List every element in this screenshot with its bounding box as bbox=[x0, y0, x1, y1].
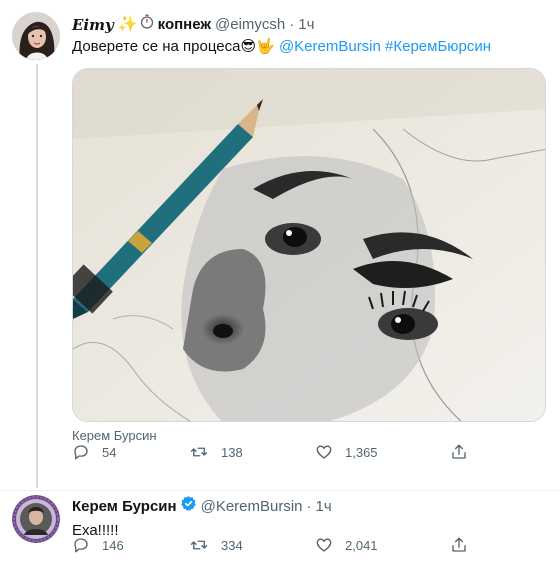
display-name-suffix[interactable]: копнеж bbox=[158, 15, 211, 35]
display-name[interactable]: Eimy bbox=[72, 15, 114, 35]
tweet[interactable]: Eimy ✨ копнеж @eimycsh · 1ч Доверете се … bbox=[0, 0, 560, 490]
separator-dot: · bbox=[306, 497, 312, 515]
reply-button[interactable]: 146 bbox=[72, 535, 124, 555]
reply-icon bbox=[74, 538, 88, 553]
tweet[interactable]: Керем Бурсин @KeremBursin · 1ч Еха!!!!! … bbox=[0, 490, 560, 576]
tweet-header: Eimy ✨ копнеж @eimycsh · 1ч bbox=[72, 14, 314, 35]
reply-button[interactable]: 54 bbox=[72, 442, 116, 462]
like-icon bbox=[316, 538, 332, 552]
media-caption[interactable]: Керем Бурсин bbox=[72, 428, 157, 443]
retweet-button[interactable]: 138 bbox=[189, 442, 243, 462]
handle[interactable]: @KeremBursin bbox=[201, 497, 303, 517]
retweet-button[interactable]: 334 bbox=[189, 535, 243, 555]
like-button[interactable]: 1,365 bbox=[315, 442, 378, 462]
share-button[interactable] bbox=[450, 442, 468, 462]
retweet-icon bbox=[190, 447, 208, 457]
share-icon bbox=[452, 444, 466, 459]
like-count: 2,041 bbox=[345, 537, 378, 553]
timestamp[interactable]: 1ч bbox=[298, 15, 314, 35]
verified-badge-icon bbox=[180, 495, 197, 518]
tweet-text: Доверете се на процеса😎🤟 @KeremBursin #К… bbox=[72, 37, 491, 57]
share-button[interactable] bbox=[450, 535, 468, 555]
avatar[interactable] bbox=[12, 12, 60, 60]
sparkles-icon: ✨ bbox=[117, 15, 138, 33]
timestamp[interactable]: 1ч bbox=[316, 497, 332, 517]
retweet-count: 334 bbox=[221, 537, 243, 553]
handle[interactable]: @eimycsh bbox=[215, 15, 285, 35]
reply-count: 54 bbox=[102, 444, 117, 460]
retweet-count: 138 bbox=[221, 444, 243, 460]
like-button[interactable]: 2,041 bbox=[315, 535, 378, 555]
reply-icon bbox=[74, 445, 88, 460]
tweet-image[interactable] bbox=[72, 68, 546, 422]
retweet-icon bbox=[190, 540, 208, 550]
hashtag-link[interactable]: #КеремБюрсин bbox=[385, 38, 491, 55]
stopwatch-icon bbox=[140, 14, 154, 35]
reply-count: 146 bbox=[102, 537, 124, 553]
tweet-header: Керем Бурсин @KeremBursin · 1ч bbox=[72, 495, 332, 518]
emoji: 😎🤟 bbox=[240, 38, 275, 55]
mention-link[interactable]: @KeremBursin bbox=[279, 38, 381, 55]
share-icon bbox=[452, 537, 466, 552]
display-name[interactable]: Керем Бурсин bbox=[72, 497, 177, 517]
avatar[interactable] bbox=[12, 495, 60, 543]
tweet-text-main: Доверете се на процеса bbox=[72, 38, 241, 55]
like-count: 1,365 bbox=[345, 444, 378, 460]
separator-dot: · bbox=[289, 15, 295, 33]
like-icon bbox=[316, 445, 332, 459]
